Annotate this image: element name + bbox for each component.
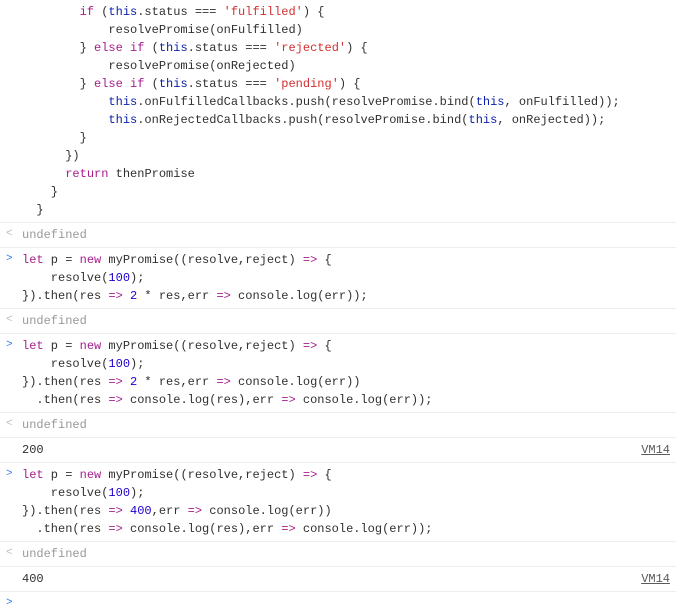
input-marker: > xyxy=(6,337,13,354)
input-marker: > xyxy=(6,466,13,483)
output-marker: < xyxy=(6,312,13,329)
console-entry: > let p = new myPromise((resolve,reject) … xyxy=(0,334,676,413)
console-entry: > let p = new myPromise((resolve,reject) … xyxy=(0,463,676,542)
output-marker: < xyxy=(6,416,13,433)
console-entry: < undefined xyxy=(0,413,676,438)
result-value: undefined xyxy=(22,418,87,432)
log-value: 400 xyxy=(22,572,44,586)
code-block: if (this.status === 'fulfilled') { resol… xyxy=(22,3,670,219)
console-entry: 200 VM14 xyxy=(0,438,676,463)
output-marker: < xyxy=(6,545,13,562)
source-link[interactable]: VM14 xyxy=(641,441,670,459)
input-code: let p = new myPromise((resolve,reject) =… xyxy=(22,466,670,538)
console-entry: < undefined xyxy=(0,223,676,248)
console-entry: < undefined xyxy=(0,309,676,334)
input-marker: > xyxy=(6,251,13,268)
result-value: undefined xyxy=(22,547,87,561)
console-output: if (this.status === 'fulfilled') { resol… xyxy=(0,0,676,598)
result-value: undefined xyxy=(22,228,87,242)
log-value: 200 xyxy=(22,443,44,457)
input-code: let p = new myPromise((resolve,reject) =… xyxy=(22,251,670,305)
console-entry: > let p = new myPromise((resolve,reject) … xyxy=(0,248,676,309)
input-code: let p = new myPromise((resolve,reject) =… xyxy=(22,337,670,409)
input-marker: > xyxy=(6,595,13,612)
console-prompt[interactable]: > xyxy=(0,592,676,598)
console-entry: if (this.status === 'fulfilled') { resol… xyxy=(0,0,676,223)
console-entry: 400 VM14 xyxy=(0,567,676,592)
output-marker: < xyxy=(6,226,13,243)
console-entry: < undefined xyxy=(0,542,676,567)
source-link[interactable]: VM14 xyxy=(641,570,670,588)
result-value: undefined xyxy=(22,314,87,328)
